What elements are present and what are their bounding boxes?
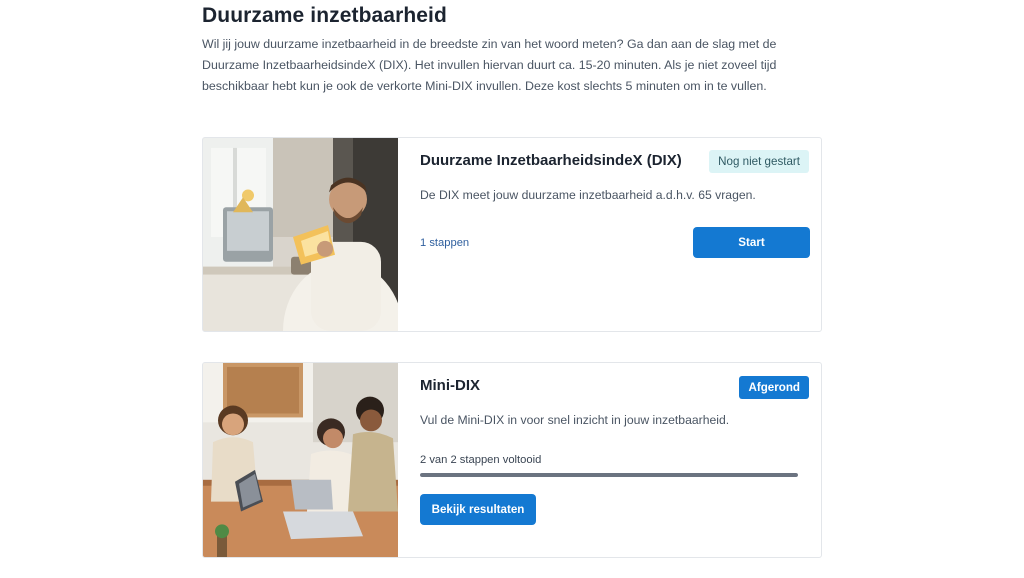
card-image-dix [203,138,398,331]
progress-bar [420,473,798,477]
progress-bar-fill [420,473,798,477]
view-results-button[interactable]: Bekijk resultaten [420,494,536,525]
card-title: Mini-DIX [420,377,480,394]
card-title: Duurzame InzetbaarheidsindeX (DIX) [420,152,682,169]
card-description: De DIX meet jouw duurzame inzetbaarheid … [420,188,756,202]
progress-label: 2 van 2 stappen voltooid [420,454,542,466]
status-badge: Afgerond [739,376,809,399]
status-badge: Nog niet gestart [709,150,809,173]
steps-count-link[interactable]: 1 stappen [420,237,469,249]
assessment-card-mini-dix: Mini-DIX Afgerond Vul de Mini-DIX in voo… [202,362,822,558]
assessment-card-dix: Duurzame InzetbaarheidsindeX (DIX) Nog n… [202,137,822,332]
page-title: Duurzame inzetbaarheid [202,4,447,27]
card-description: Vul de Mini-DIX in voor snel inzicht in … [420,413,730,427]
intro-text: Wil jij jouw duurzame inzetbaarheid in d… [202,37,777,93]
card-image-mini-dix [203,363,398,557]
start-button[interactable]: Start [693,227,810,258]
